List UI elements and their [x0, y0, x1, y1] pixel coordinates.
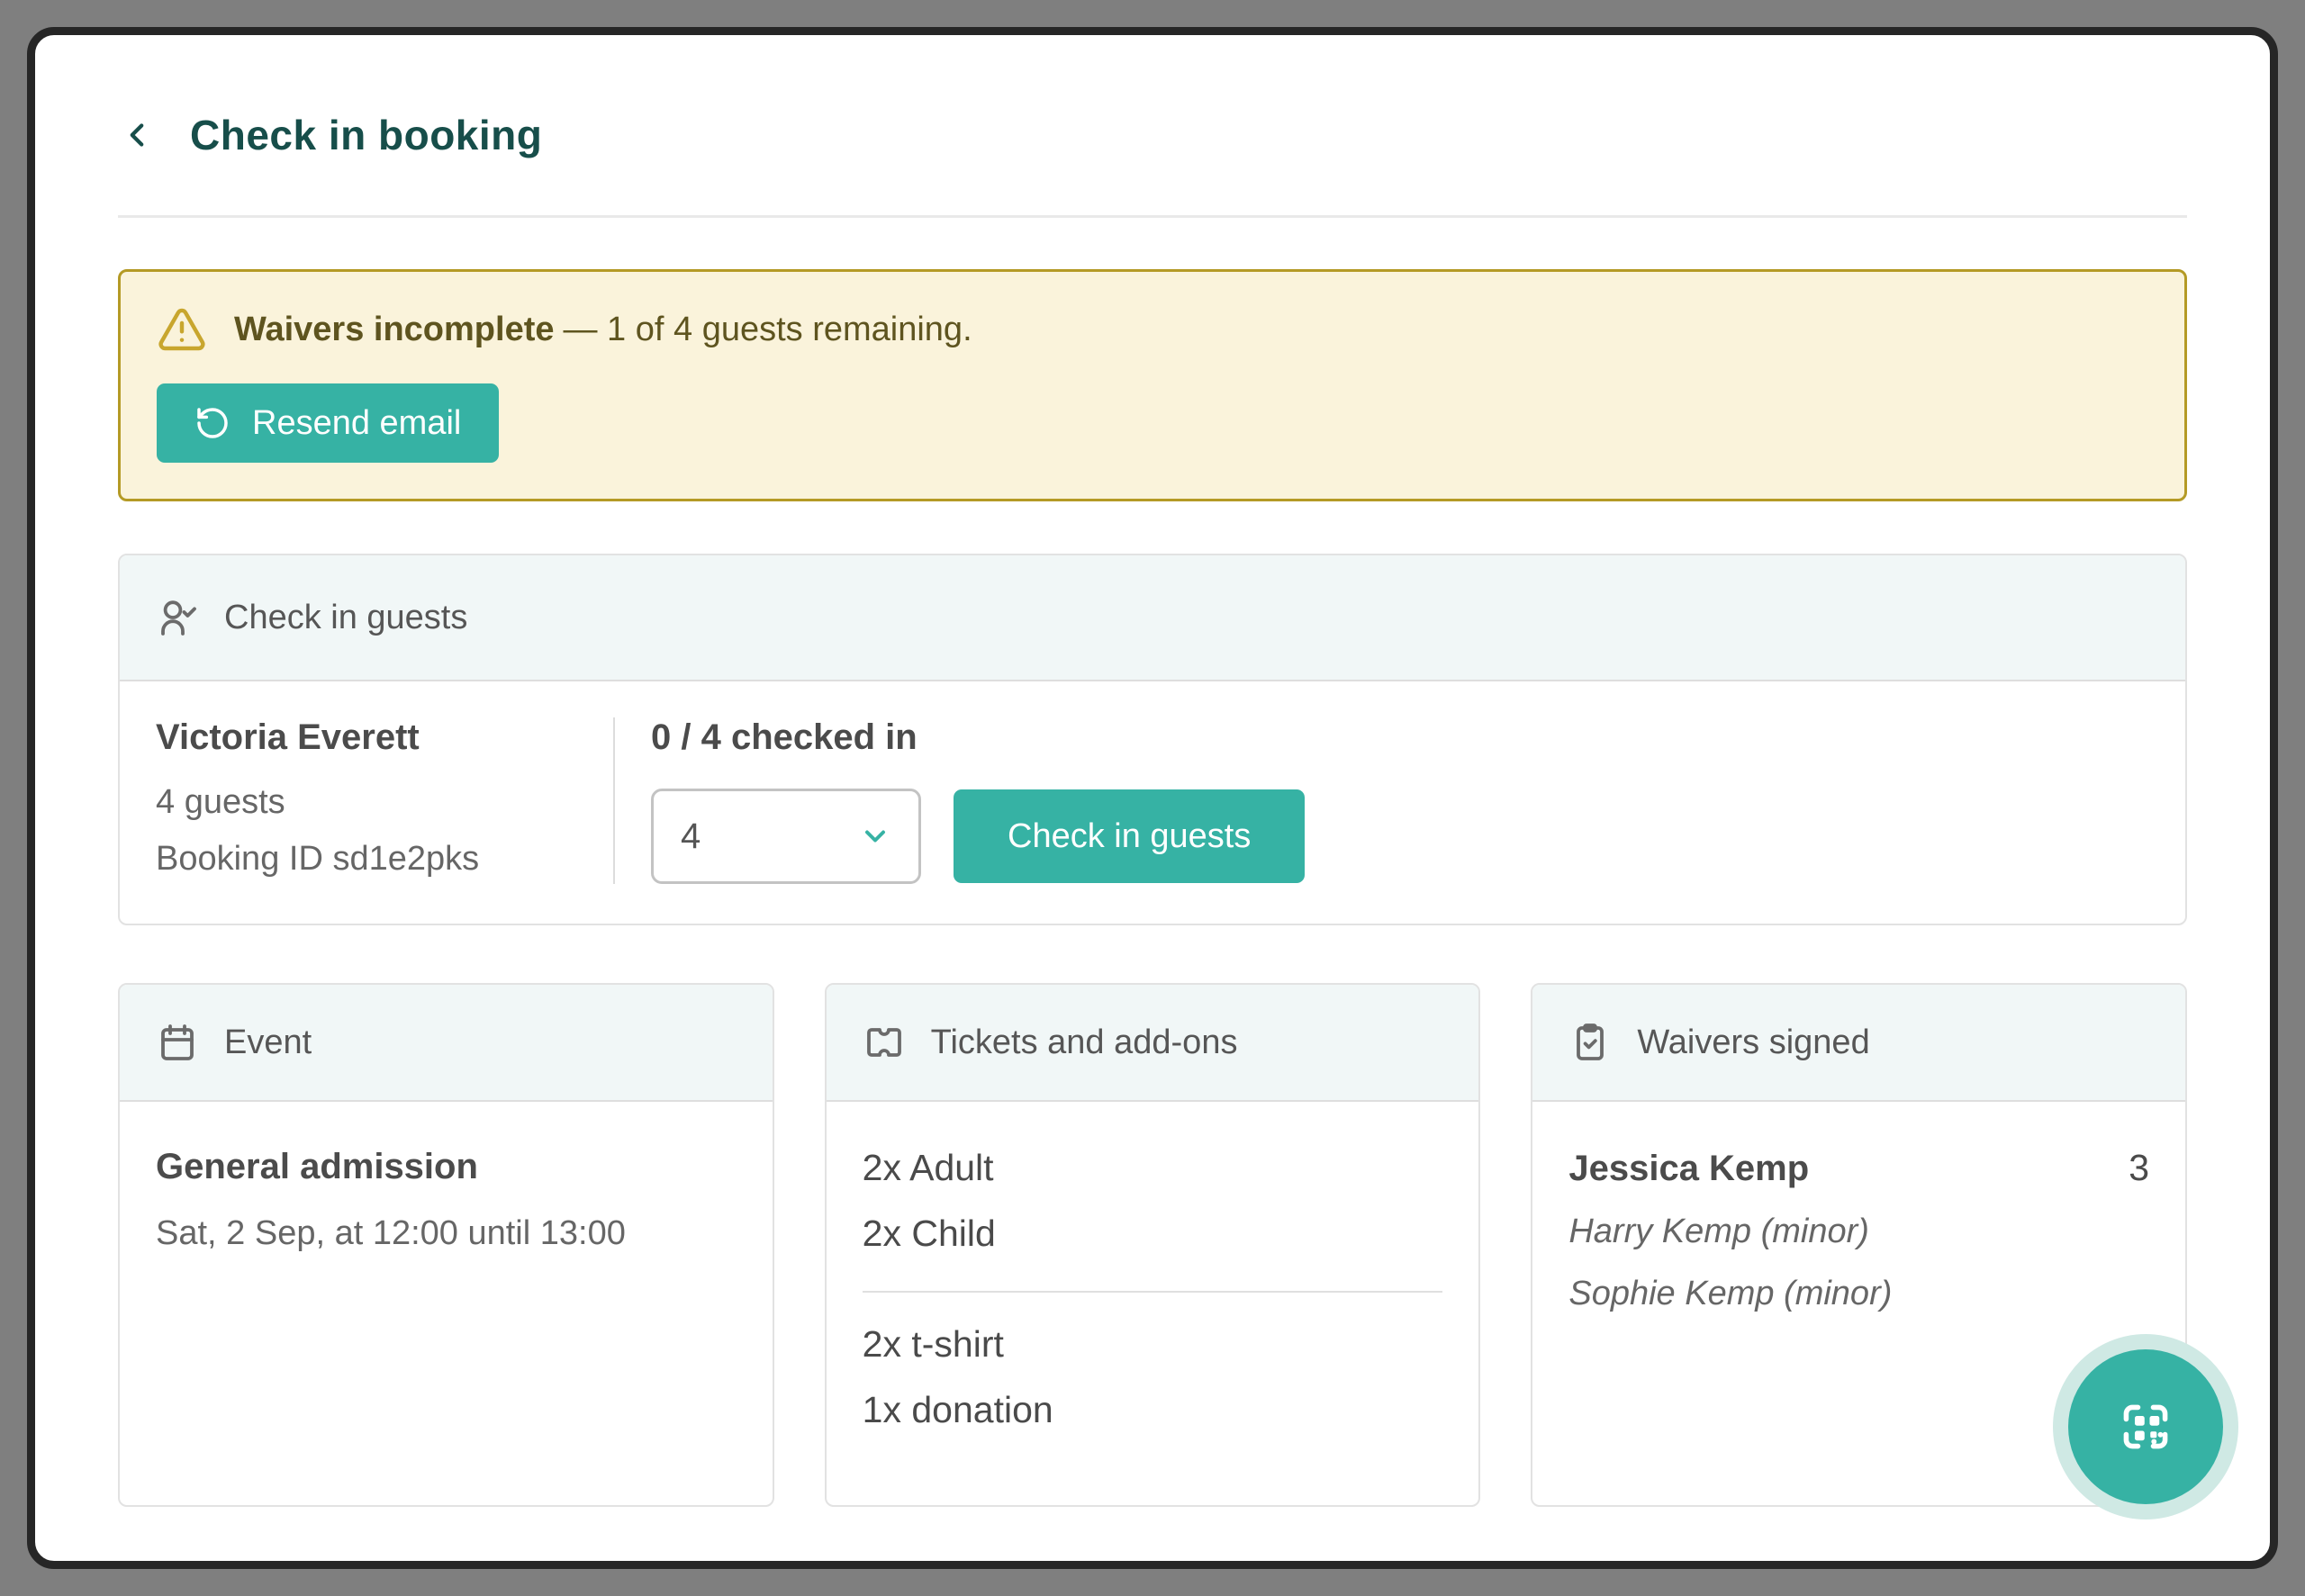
- event-card-title: Event: [224, 1023, 312, 1062]
- check-in-guests-header: Check in guests: [120, 555, 2185, 681]
- addon-item: 1x donation: [863, 1389, 1443, 1431]
- booking-id: Booking ID sd1e2pks: [156, 840, 613, 879]
- event-card-body: General admission Sat, 2 Sep, at 12:00 u…: [120, 1102, 773, 1253]
- check-in-guests-body: Victoria Everett 4 guests Booking ID sd1…: [120, 681, 2185, 924]
- back-button[interactable]: [118, 116, 156, 154]
- chevron-down-icon: [859, 820, 891, 852]
- addons-divider: [863, 1291, 1443, 1293]
- ticket-item: 2x Adult: [863, 1147, 1443, 1189]
- check-in-controls: 0 / 4 checked in 4 Check in guests: [615, 717, 1305, 884]
- guest-count-select-value: 4: [681, 816, 701, 857]
- waivers-warning-banner: Waivers incomplete— 1 of 4 guests remain…: [118, 269, 2187, 501]
- signer-row: Jessica Kemp 3: [1568, 1147, 2149, 1189]
- warning-message: Waivers incomplete— 1 of 4 guests remain…: [234, 311, 972, 349]
- event-card: Event General admission Sat, 2 Sep, at 1…: [118, 983, 774, 1507]
- qr-fab-halo: [2053, 1334, 2238, 1519]
- waivers-card-body: Jessica Kemp 3 Harry Kemp (minor) Sophie…: [1532, 1102, 2185, 1313]
- guest-count: 4 guests: [156, 783, 613, 822]
- tickets-card-body: 2x Adult 2x Child 2x t-shirt 1x donation: [827, 1102, 1479, 1431]
- resend-email-button[interactable]: Resend email: [157, 383, 499, 463]
- controls-row: 4 Check in guests: [651, 789, 1305, 884]
- tickets-card-title: Tickets and add-ons: [931, 1023, 1238, 1062]
- chevron-left-icon: [118, 116, 156, 154]
- check-in-booking-page: Check in booking Waivers incomplete— 1 o…: [27, 27, 2278, 1569]
- tickets-card-header: Tickets and add-ons: [827, 985, 1479, 1102]
- event-card-header: Event: [120, 985, 773, 1102]
- warning-detail: — 1 of 4 guests remaining.: [564, 311, 972, 348]
- page-title: Check in booking: [190, 111, 542, 159]
- signer-name: Jessica Kemp: [1568, 1149, 1809, 1189]
- guest-count-select[interactable]: 4: [651, 789, 921, 884]
- user-check-icon: [156, 596, 199, 639]
- warning-row: Waivers incomplete— 1 of 4 guests remain…: [157, 304, 2148, 355]
- ticket-icon: [863, 1021, 906, 1064]
- alert-triangle-icon: [157, 304, 207, 355]
- warning-title: Waivers incomplete: [234, 311, 555, 348]
- resend-email-label: Resend email: [252, 404, 461, 443]
- check-in-guests-title: Check in guests: [224, 599, 467, 637]
- booking-summary: Victoria Everett 4 guests Booking ID sd1…: [156, 717, 613, 884]
- clipboard-check-icon: [1568, 1021, 1612, 1064]
- waivers-card-title: Waivers signed: [1637, 1023, 1869, 1062]
- event-name: General admission: [156, 1147, 737, 1187]
- waivers-count: 3: [2129, 1147, 2149, 1189]
- lead-guest-name: Victoria Everett: [156, 717, 613, 758]
- tickets-card: Tickets and add-ons 2x Adult 2x Child 2x…: [825, 983, 1481, 1507]
- minor-name: Sophie Kemp (minor): [1568, 1275, 2149, 1313]
- event-schedule: Sat, 2 Sep, at 12:00 until 13:00: [156, 1214, 737, 1253]
- ticket-item: 2x Child: [863, 1213, 1443, 1255]
- rotate-ccw-icon: [194, 405, 230, 441]
- page-header: Check in booking: [118, 111, 2187, 159]
- header-divider: [118, 215, 2187, 218]
- check-in-guests-button[interactable]: Check in guests: [954, 789, 1305, 883]
- qr-code-icon: [2112, 1393, 2179, 1460]
- addon-item: 2x t-shirt: [863, 1323, 1443, 1366]
- checked-in-status: 0 / 4 checked in: [651, 717, 1305, 758]
- scan-qr-button[interactable]: [2068, 1349, 2223, 1504]
- check-in-guests-panel: Check in guests Victoria Everett 4 guest…: [118, 554, 2187, 925]
- calendar-icon: [156, 1021, 199, 1064]
- minor-name: Harry Kemp (minor): [1568, 1213, 2149, 1251]
- waivers-card-header: Waivers signed: [1532, 985, 2185, 1102]
- details-cards-row: Event General admission Sat, 2 Sep, at 1…: [118, 983, 2187, 1507]
